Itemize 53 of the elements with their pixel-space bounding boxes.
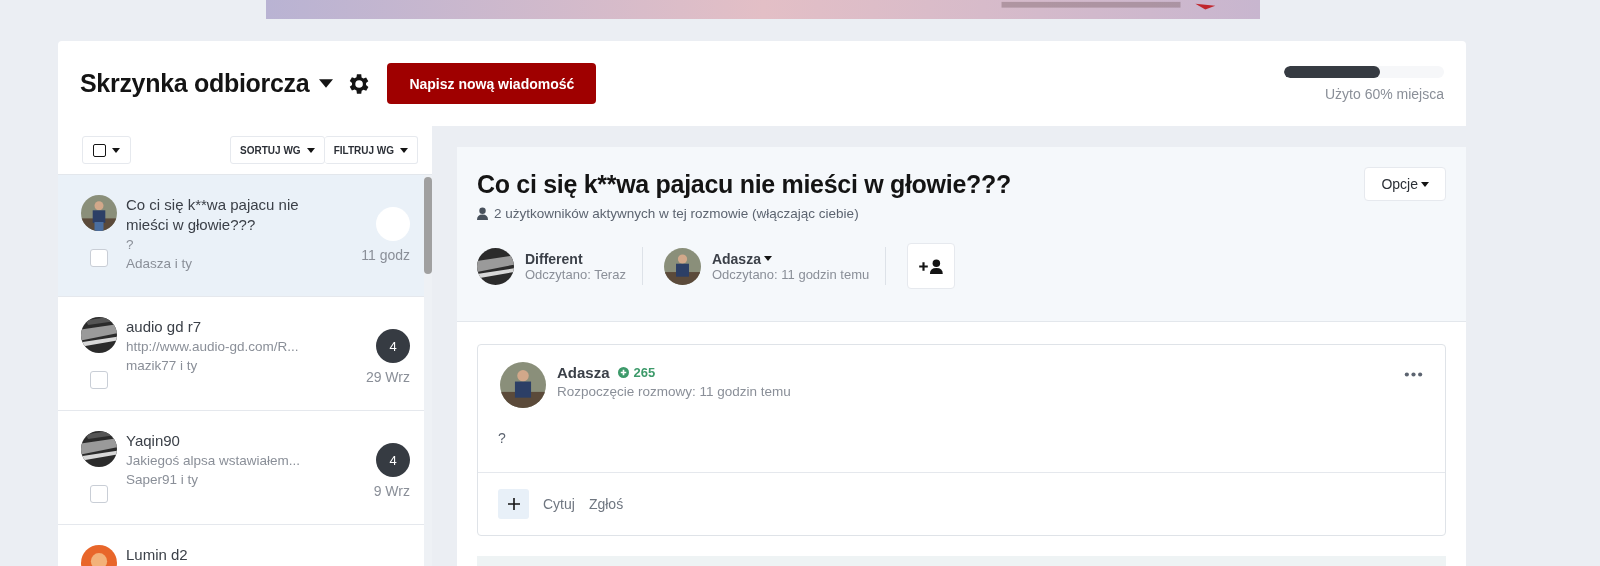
react-button[interactable] [498, 489, 529, 519]
conversation-time: 11 godz [361, 247, 410, 263]
conversation-title: Lumin d2 [126, 545, 189, 565]
storage-label: Użyto 60% miejsca [1324, 85, 1444, 102]
caret-icon [306, 147, 315, 153]
checkbox[interactable] [90, 485, 108, 503]
conversation-snippet: http://www.audio-gd.com/R... [126, 338, 300, 356]
conversation-time: 29 Wrz [365, 369, 410, 385]
add-user-icon [918, 258, 945, 274]
active-users-text: 2 użytkowników aktywnych w tej rozmowie (włączając ciebie) [494, 206, 859, 221]
read-status: Odczytano: Teraz [525, 266, 626, 282]
scrollbar-thumb[interactable] [424, 177, 432, 274]
caret-icon [112, 147, 120, 153]
inbox-title: Skrzynka odbiorcza [80, 69, 310, 98]
caret-icon[interactable] [763, 256, 772, 261]
action-link[interactable]: Cytuj [543, 496, 575, 512]
conversation-title: Co ci się k**wa pajacu nie mieści w głowie??? [126, 195, 300, 235]
participants-text: Adasza i ty [126, 255, 194, 273]
conversation-title: Yaqin90 [126, 431, 181, 451]
add-participant-button[interactable] [907, 243, 956, 289]
caret-icon[interactable] [319, 79, 334, 88]
participants-text: Saper91 i ty [126, 471, 200, 489]
conversation-snippet: ? [126, 236, 135, 254]
checkbox[interactable] [90, 371, 108, 389]
user-icon [477, 207, 488, 220]
read-status: Odczytano: 11 godzin temu [711, 266, 870, 282]
action-link[interactable]: Zgłoś [588, 496, 624, 512]
conversation-snippet: Jakiegoś alpsa wstawiałem... [126, 452, 302, 470]
plus-circle-icon [617, 367, 629, 378]
conversation-item[interactable]: Co ci się k**wa pajacu nie mieści w głowie??? ? Adasza i ty 11 godz [58, 175, 424, 297]
checkbox-icon [93, 143, 106, 157]
more-icon[interactable] [1404, 372, 1423, 377]
caret-icon [400, 147, 408, 153]
checkbox[interactable] [90, 249, 108, 267]
reputation-score: 265 [633, 365, 656, 380]
compose-button[interactable]: Napisz nową wiadomość [387, 63, 597, 104]
options-button[interactable]: Opcje [1364, 167, 1446, 201]
unread-count: 4 [376, 329, 410, 363]
select-all-button[interactable] [82, 136, 131, 164]
participants-text: mazik77 i ty [126, 357, 199, 375]
filter-button[interactable]: FILTRUJ WG [324, 136, 418, 164]
conversation-title: Co ci się k**wa pajacu nie mieści w głowie??? [477, 169, 1011, 199]
plus-icon [507, 498, 520, 510]
participant-name[interactable]: Different [525, 250, 583, 267]
author-name[interactable]: Adasza [557, 364, 610, 381]
conversation-title: audio gd r7 [126, 317, 203, 337]
unread-count: 4 [376, 443, 410, 477]
caret-icon [1421, 181, 1429, 187]
conversation-time: 9 Wrz [373, 483, 410, 499]
message-meta: Rozpoczęcie rozmowy: 11 godzin temu [557, 384, 792, 399]
participant-name[interactable]: Adasza [711, 250, 761, 267]
sort-button[interactable]: SORTUJ WG [230, 136, 325, 164]
message-body: ? [497, 429, 507, 448]
